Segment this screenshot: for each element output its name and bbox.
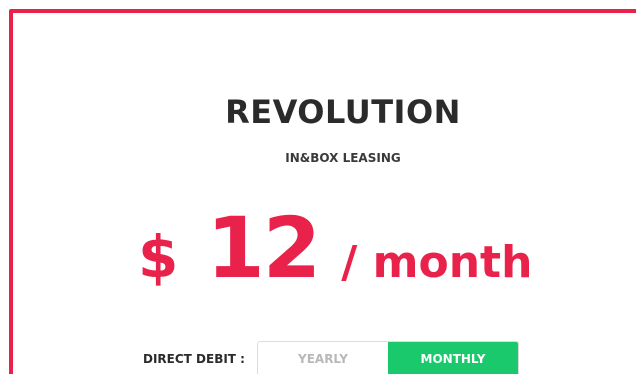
price: $ 12 / month	[138, 199, 532, 299]
billing-selector: DIRECT DEBIT : YEARLY MONTHLY	[143, 341, 519, 374]
price-amount: 12	[206, 199, 321, 297]
direct-debit-label: DIRECT DEBIT :	[143, 352, 245, 366]
yearly-option[interactable]: YEARLY	[257, 342, 388, 374]
monthly-option[interactable]: MONTHLY	[387, 342, 518, 374]
price-period: / month	[341, 237, 533, 288]
pricing-card: REVOLUTION IN&BOX LEASING $ 12 / month D…	[9, 9, 636, 374]
plan-title: REVOLUTION	[225, 93, 461, 131]
billing-toggle: YEARLY MONTHLY	[256, 341, 519, 374]
plan-subtitle: IN&BOX LEASING	[285, 151, 401, 165]
price-currency: $	[138, 223, 179, 291]
